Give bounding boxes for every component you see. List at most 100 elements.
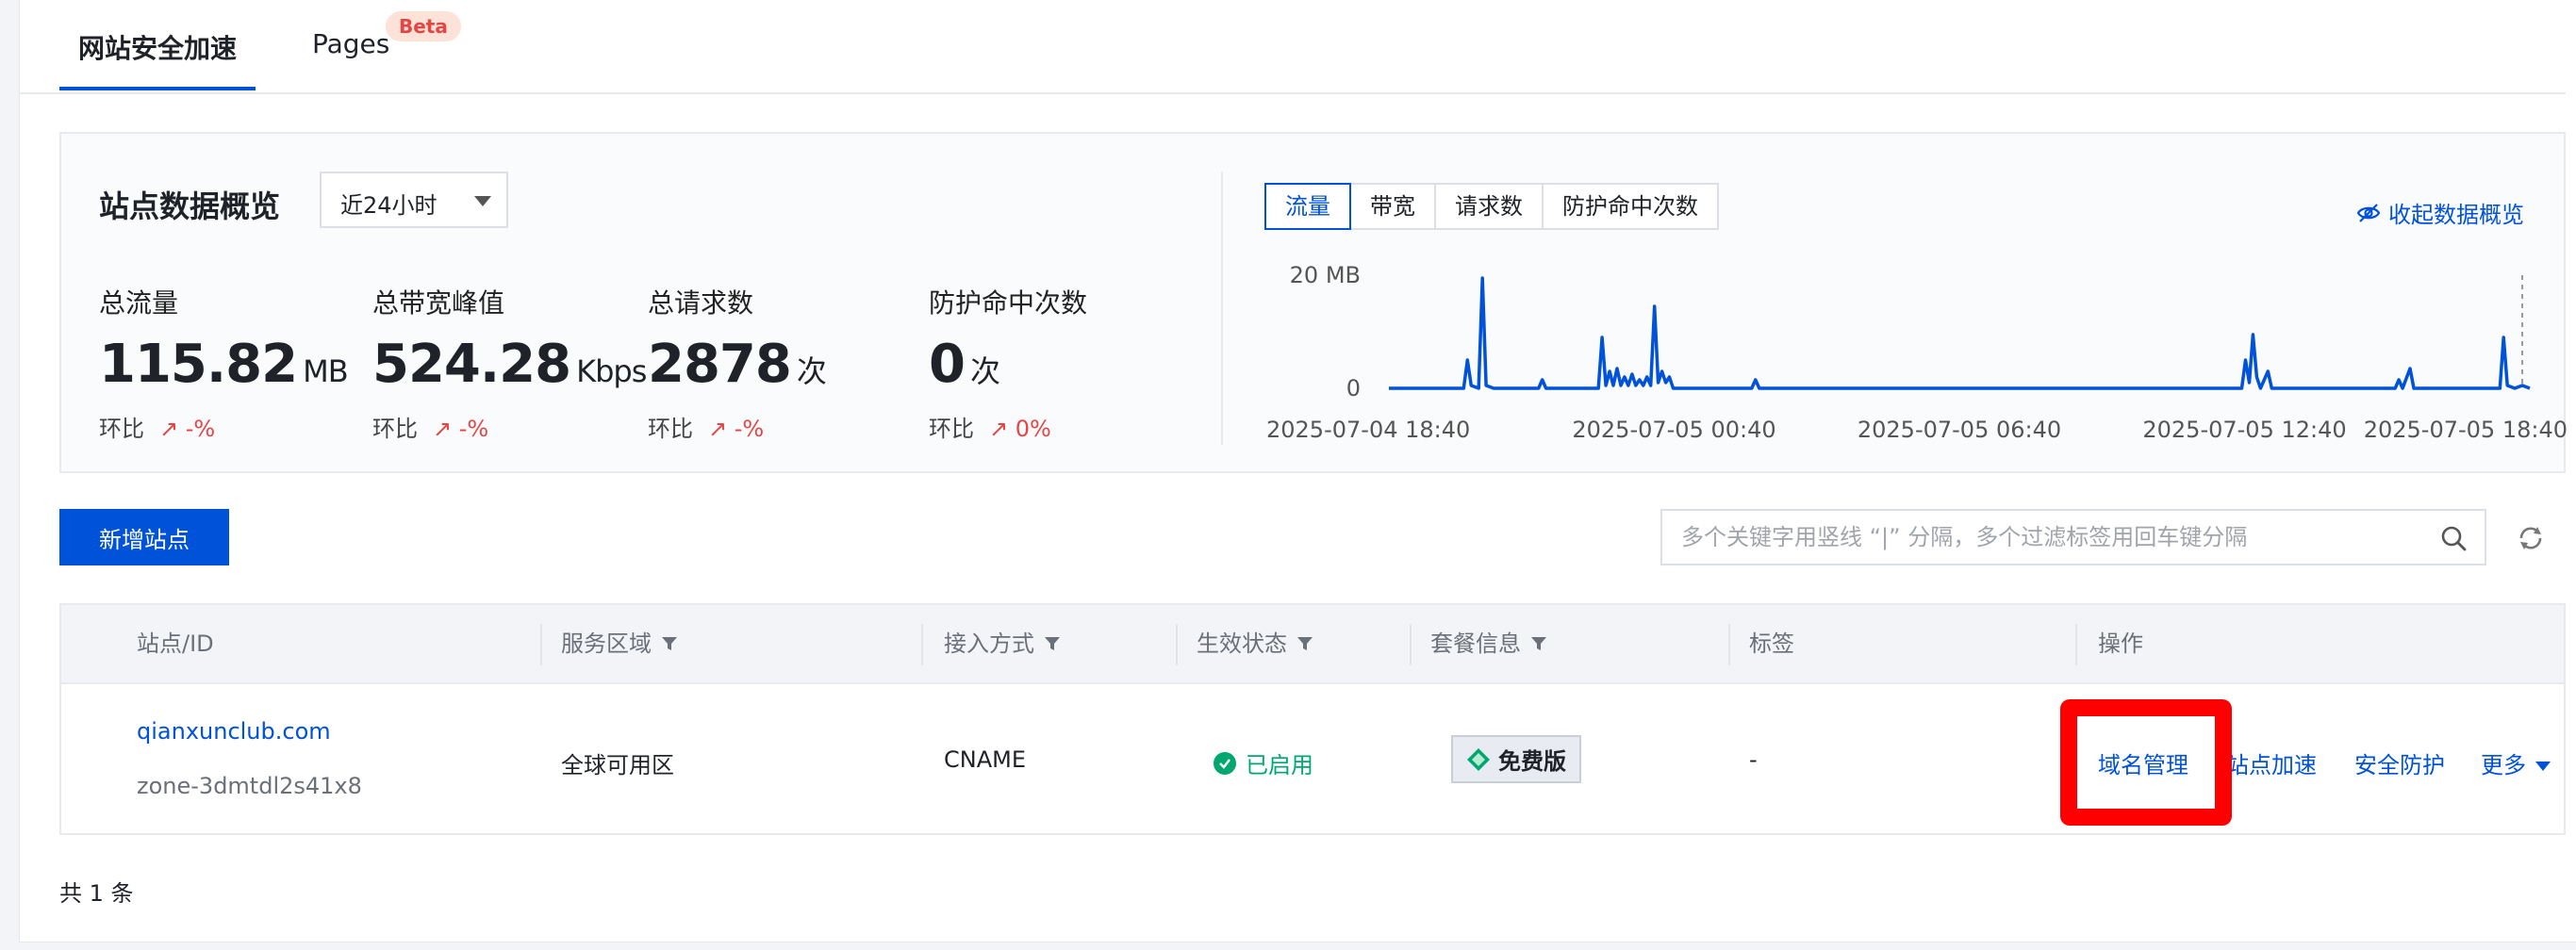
stat-label: 总流量 [99,287,179,319]
stat-value-wrap: 2878 次 [648,334,827,395]
compare-value: ↗ -% [433,416,489,442]
stat-label: 防护命中次数 [929,287,1088,319]
collapse-overview-label: 收起数据概览 [2388,202,2524,228]
stat-value: 524.28 [372,334,571,395]
site-acceleration-link[interactable]: 站点加速 [2226,746,2317,779]
page-container: 网站安全加速 Pages Beta 站点数据概览 近24小时 总流量 115.8… [19,0,2576,942]
traffic-series-line [1389,276,2531,390]
metric-segmented-control: 流量 带宽 请求数 防护命中次数 [1264,183,1719,230]
stat-unit: 次 [796,353,827,389]
stat-compare: 环比 ↗ 0% [929,410,1087,443]
stat-value-wrap: 115.82 MB [99,334,349,395]
time-range-select[interactable]: 近24小时 [320,172,508,228]
col-status-label: 生效状态 [1197,631,1287,657]
col-site-label: 站点/ID [137,631,214,657]
tab-site-acceleration[interactable]: 网站安全加速 [58,28,256,90]
security-protection-link[interactable]: 安全防护 [2354,746,2445,779]
access-cell: CNAME [944,746,1026,773]
compare-value: ↗ 0% [989,416,1051,442]
col-ops: 操作 [2098,605,2143,682]
filter-icon[interactable] [661,635,678,652]
col-plan[interactable]: 套餐信息 [1430,605,1547,682]
col-ops-label: 操作 [2098,631,2143,657]
col-separator [2075,624,2077,665]
stat-value: 2878 [648,334,792,395]
stat-peak-bandwidth: 总带宽峰值 524.28 Kbps 环比 ↗ -% [372,283,647,443]
col-separator [921,624,923,665]
col-region[interactable]: 服务区域 [561,605,678,682]
col-region-label: 服务区域 [561,631,652,657]
col-plan-label: 套餐信息 [1430,631,1521,657]
site-search-box [1660,509,2486,565]
chevron-down-icon [474,196,491,206]
stat-compare: 环比 ↗ -% [648,410,826,443]
x-tick-label: 2025-07-04 18:40 [1266,417,1470,443]
traffic-line-chart: 20 MB 0 2025-07-04 18:40 2025-07-05 00:40 20… [1266,262,2568,443]
compare-label: 环比 [648,416,693,442]
y-tick-label: 20 MB [1290,262,1361,288]
diamond-icon [1467,747,1490,771]
compare-label: 环比 [372,416,418,442]
filter-icon[interactable] [1296,635,1313,652]
tags-cell: - [1749,746,1758,773]
more-actions-dropdown[interactable]: 更多 [2481,746,2551,779]
metric-tab-traffic[interactable]: 流量 [1264,183,1351,230]
col-separator [1176,624,1178,665]
search-icon[interactable] [2439,524,2468,552]
stat-value: 115.82 [99,334,298,395]
site-domain-link[interactable]: qianxunclub.com [137,718,331,745]
zone-id: zone-3dmtdl2s41x8 [137,773,362,799]
beta-badge: Beta [386,11,461,41]
annotation-highlight-box [2060,699,2232,826]
stat-unit: MB [303,353,349,389]
col-separator [540,624,542,665]
col-site: 站点/ID [137,605,214,682]
status-label: 已启用 [1246,752,1313,778]
compare-value: ↗ -% [159,416,216,442]
compare-label: 环比 [929,416,974,442]
table-header: 站点/ID 服务区域 接入方式 生效状态 套餐信息 标签 操作 [61,605,2564,684]
col-access-label: 接入方式 [944,631,1034,657]
compare-label: 环比 [99,416,144,442]
overview-divider [1221,172,1223,445]
stat-protection-hits: 防护命中次数 0次 环比 ↗ 0% [929,283,1087,443]
stat-unit: 次 [969,353,1000,389]
metric-tab-requests[interactable]: 请求数 [1434,183,1544,230]
status-badge: 已启用 [1214,746,1313,779]
metric-tab-bandwidth[interactable]: 带宽 [1349,183,1436,230]
stat-label: 总请求数 [648,287,754,319]
stat-value-wrap: 524.28 Kbps [372,334,647,395]
table-total-count: 共 1 条 [59,880,134,907]
compare-value: ↗ -% [708,416,765,442]
add-site-button[interactable]: 新增站点 [59,509,229,565]
stat-unit: Kbps [576,353,647,389]
metric-tab-protection-hits[interactable]: 防护命中次数 [1542,183,1719,230]
col-access[interactable]: 接入方式 [944,605,1061,682]
x-tick-label: 2025-07-05 06:40 [1858,417,2061,443]
col-status[interactable]: 生效状态 [1197,605,1313,682]
y-tick-label: 0 [1346,375,1361,401]
col-tags-label: 标签 [1749,631,1794,657]
x-tick-label: 2025-07-05 12:40 [2142,417,2346,443]
stat-total-traffic: 总流量 115.82 MB 环比 ↗ -% [99,283,349,443]
stat-value: 0 [929,334,966,395]
stat-compare: 环比 ↗ -% [99,410,348,443]
collapse-overview-link[interactable]: 收起数据概览 [2356,196,2524,229]
x-tick-label: 2025-07-05 18:40 [2364,417,2568,443]
check-circle-icon [1214,751,1236,775]
top-tabs: 网站安全加速 Pages Beta [20,0,2566,94]
chevron-down-icon [2535,762,2551,771]
tab-pages[interactable]: Pages [312,28,389,59]
region-cell: 全球可用区 [561,752,674,778]
refresh-icon[interactable] [2517,524,2545,552]
col-tags: 标签 [1749,605,1794,682]
filter-icon[interactable] [1044,635,1061,652]
filter-icon[interactable] [1530,635,1547,652]
eye-off-icon [2356,203,2381,222]
stat-compare: 环比 ↗ -% [372,410,646,443]
search-input[interactable] [1662,511,2417,564]
overview-title: 站点数据概览 [99,188,281,224]
col-separator [1728,624,1730,665]
site-data-overview-card: 站点数据概览 近24小时 总流量 115.82 MB 环比 ↗ -% 总带宽峰值 5… [59,132,2568,473]
plan-label: 免费版 [1498,748,1566,775]
